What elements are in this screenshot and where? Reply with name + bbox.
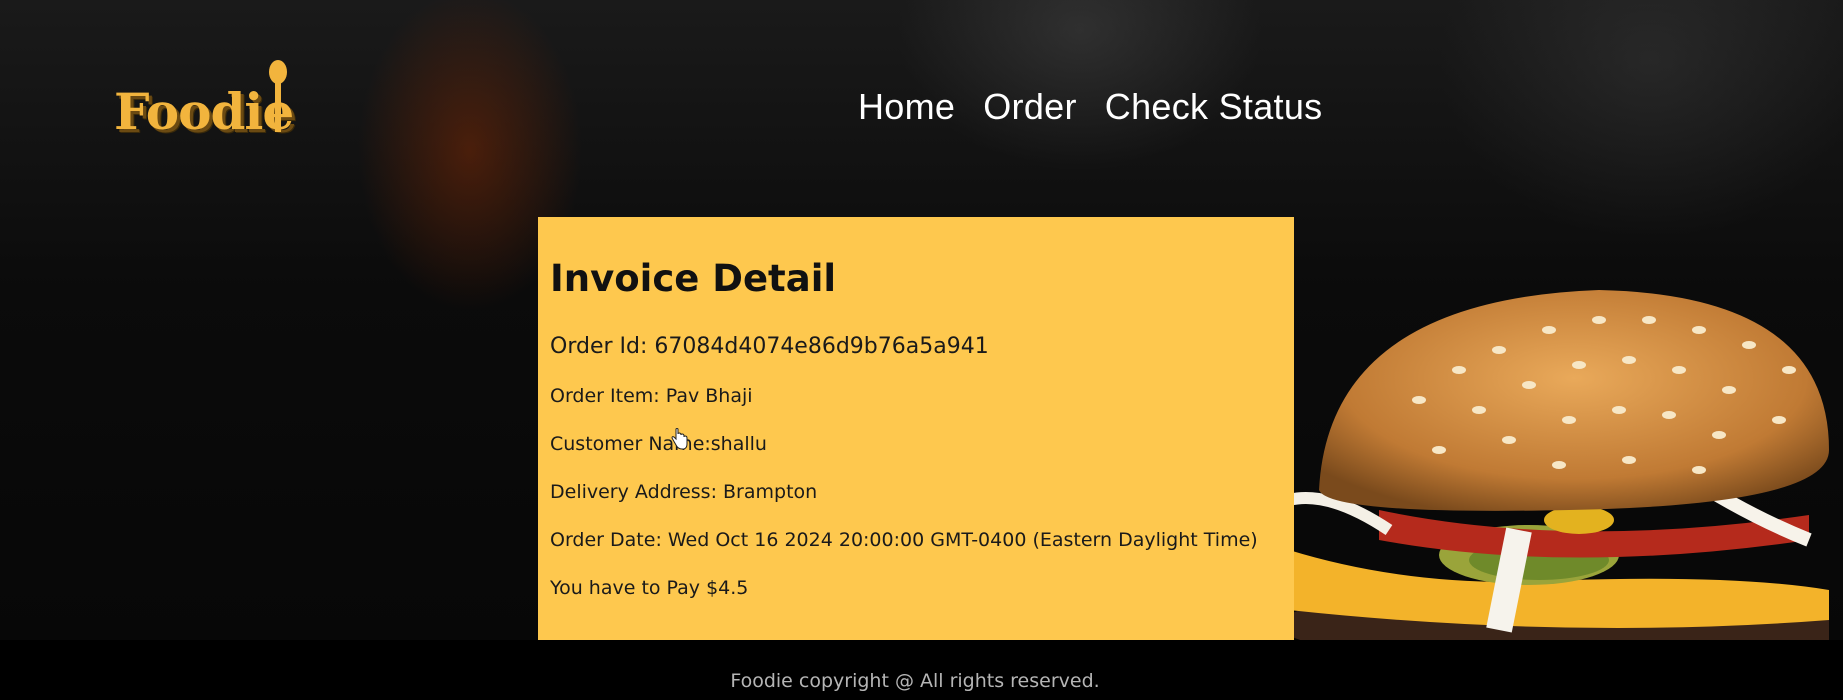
payment-amount: You have to Pay $4.5 bbox=[550, 577, 749, 599]
hero-section: Foodie Home Order Check Status Invoice D… bbox=[0, 0, 1843, 640]
order-id: Order Id: 67084d4074e86d9b76a5a941 bbox=[550, 334, 989, 359]
foodie-logo[interactable]: Foodie bbox=[114, 60, 324, 141]
invoice-title: Invoice Detail bbox=[550, 257, 837, 300]
footer: Foodie copyright @ All rights reserved. bbox=[0, 640, 1843, 700]
invoice-card: Invoice Detail Order Id: 67084d4074e86d9… bbox=[538, 217, 1294, 640]
nav-order[interactable]: Order bbox=[983, 86, 1077, 128]
order-item: Order Item: Pav Bhaji bbox=[550, 385, 753, 407]
delivery-address: Delivery Address: Brampton bbox=[550, 481, 818, 503]
burger-image bbox=[1279, 290, 1829, 640]
main-nav: Home Order Check Status bbox=[858, 86, 1322, 128]
copyright-text: Foodie copyright @ All rights reserved. bbox=[730, 670, 1100, 692]
hand-cursor-icon bbox=[671, 428, 688, 450]
order-date: Order Date: Wed Oct 16 2024 20:00:00 GMT… bbox=[550, 529, 1258, 551]
nav-home[interactable]: Home bbox=[858, 86, 955, 128]
customer-name: Customer Name:shallu bbox=[550, 433, 767, 455]
nav-check-status[interactable]: Check Status bbox=[1105, 86, 1323, 128]
spoon-icon bbox=[269, 60, 287, 132]
